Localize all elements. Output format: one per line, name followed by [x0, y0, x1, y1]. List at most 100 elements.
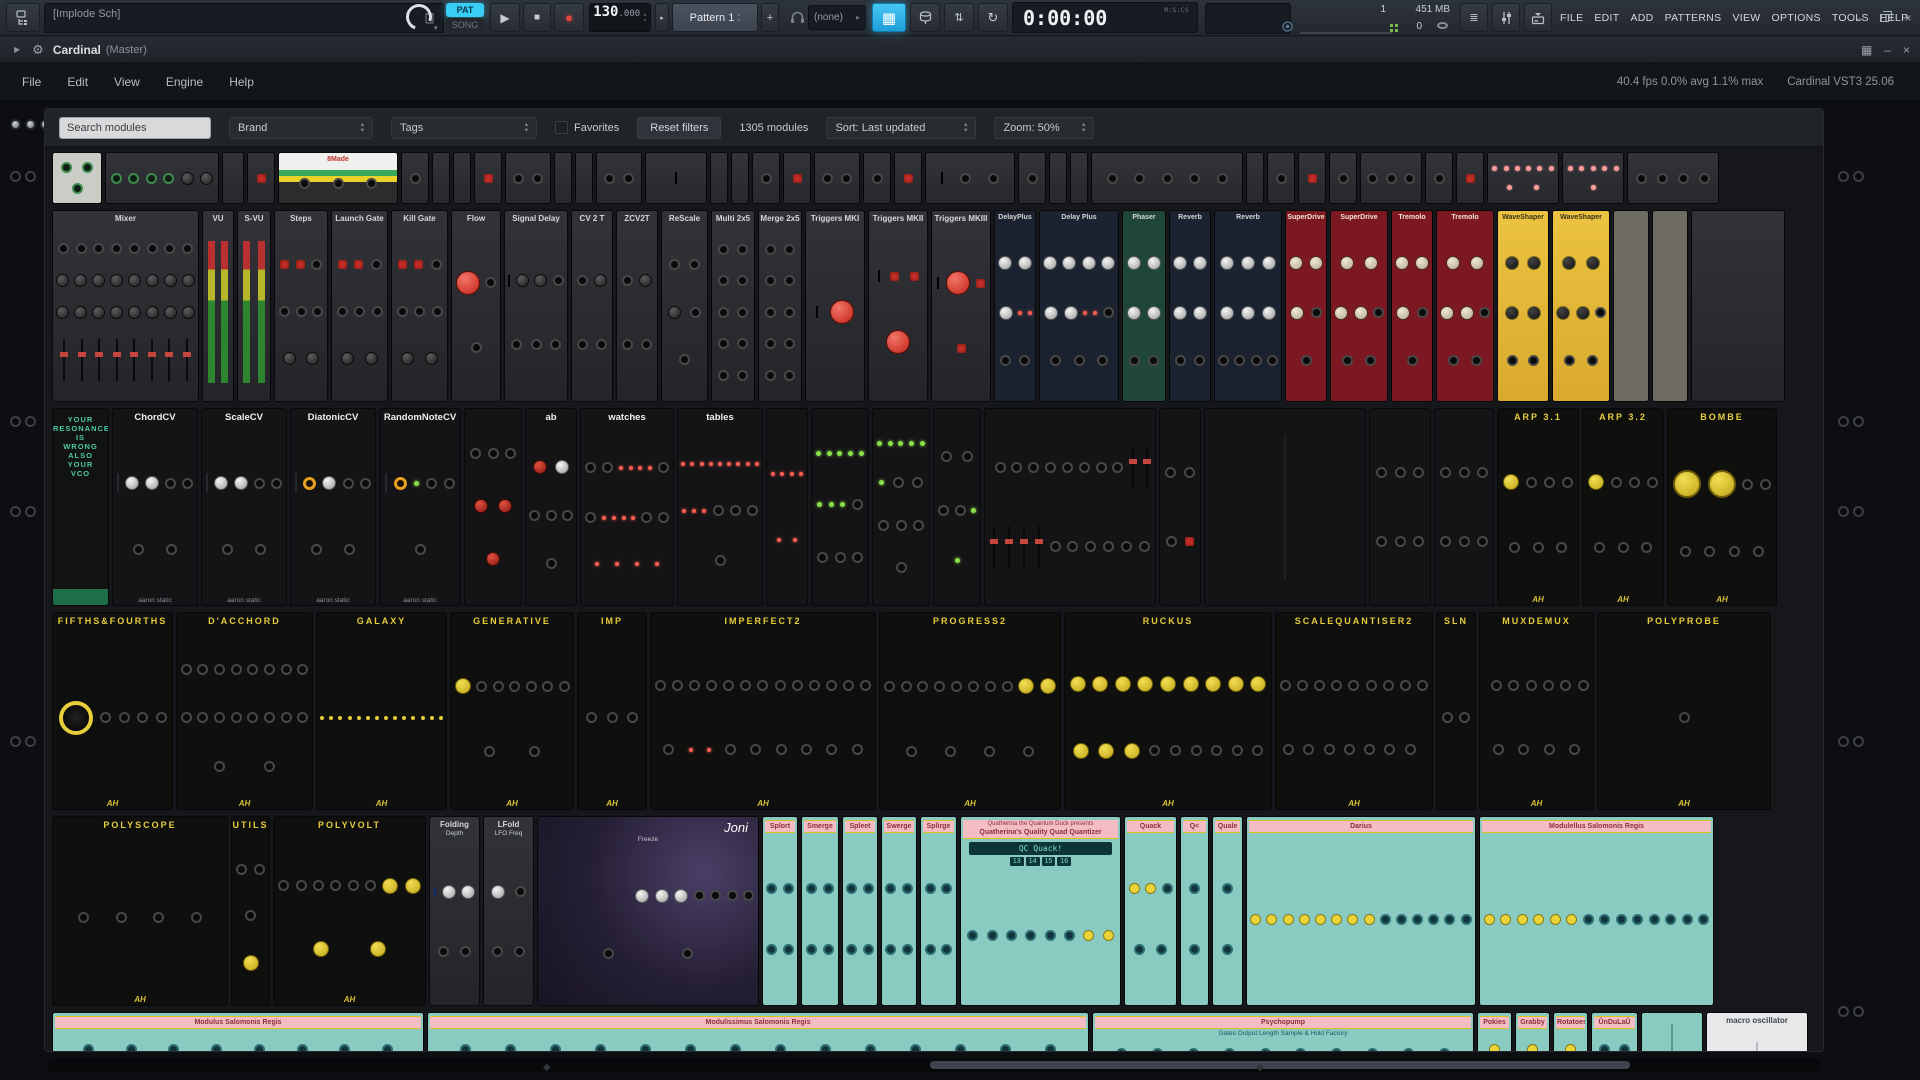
- pat-mode-button[interactable]: PAT: [446, 3, 484, 17]
- module-card[interactable]: LFoldLFO Freq: [484, 817, 533, 1005]
- module-card[interactable]: SCALEQUANTISER2AH: [1276, 613, 1432, 809]
- module-card[interactable]: macro oscillator: [1707, 1013, 1807, 1051]
- sort-dropdown[interactable]: Sort: Last updated ▴▾: [826, 117, 976, 139]
- module-card[interactable]: [1205, 409, 1365, 605]
- menu-engine[interactable]: Engine: [166, 75, 203, 89]
- module-card[interactable]: [934, 409, 980, 605]
- module-card[interactable]: Pokies: [1478, 1013, 1511, 1051]
- module-card[interactable]: [1614, 211, 1648, 401]
- module-card[interactable]: ARP 3.2AH: [1583, 409, 1663, 605]
- tempo-display[interactable]: 130 .000 ▴▾: [589, 3, 651, 32]
- module-card[interactable]: SuperDrive: [1286, 211, 1326, 401]
- typing-keyboard-toggle[interactable]: ⇅: [944, 3, 974, 32]
- module-card[interactable]: [732, 153, 748, 203]
- module-card[interactable]: CV 2 T: [572, 211, 612, 401]
- module-card[interactable]: [1628, 153, 1718, 203]
- module-card[interactable]: Flow: [452, 211, 500, 401]
- module-card[interactable]: Quale: [1213, 817, 1242, 1005]
- plugin-titlebar[interactable]: ▶ ⚙ Cardinal (Master) ▦ – ×: [0, 37, 1920, 63]
- module-card[interactable]: [1361, 153, 1421, 203]
- module-card[interactable]: tables: [678, 409, 762, 605]
- module-card[interactable]: [1299, 153, 1325, 203]
- module-card[interactable]: [248, 153, 274, 203]
- module-card[interactable]: Triggers MKIII: [932, 211, 990, 401]
- pattern-prev-button[interactable]: ▸: [655, 3, 669, 32]
- window-minimize-button[interactable]: –: [1848, 0, 1872, 36]
- module-card[interactable]: [1268, 153, 1294, 203]
- scrollbar-thumb[interactable]: [930, 1061, 1630, 1069]
- module-card[interactable]: FIFTHS&FOURTHSAH: [53, 613, 172, 809]
- plugin-close-icon[interactable]: ×: [1903, 43, 1910, 57]
- module-card[interactable]: Spleet: [843, 817, 877, 1005]
- module-card[interactable]: POLYSCOPEAH: [53, 817, 227, 1005]
- module-card[interactable]: ARP 3.1AH: [1498, 409, 1578, 605]
- fl-menu-add[interactable]: ADD: [1631, 12, 1654, 24]
- module-card[interactable]: [1370, 409, 1430, 605]
- module-card[interactable]: Reverb: [1170, 211, 1210, 401]
- module-card[interactable]: S-VU: [238, 211, 270, 401]
- resize-grip-icon[interactable]: ◆: [1256, 1062, 1264, 1073]
- zoom-dropdown[interactable]: Zoom: 50% ▴▾: [994, 117, 1094, 139]
- time-display[interactable]: 0:00:00 M:S:CS: [1012, 2, 1198, 33]
- brand-dropdown[interactable]: Brand ▴▾: [229, 117, 373, 139]
- tempo-stepper[interactable]: ▴▾: [643, 12, 647, 24]
- module-card[interactable]: DiatonicCVaaron static: [291, 409, 375, 605]
- module-card[interactable]: Triggers MKI: [806, 211, 864, 401]
- module-card[interactable]: [555, 153, 571, 203]
- module-card[interactable]: [753, 153, 779, 203]
- module-card[interactable]: VU: [203, 211, 233, 401]
- menu-view[interactable]: View: [114, 75, 140, 89]
- fl-menu-patterns[interactable]: PATTERNS: [1665, 12, 1722, 24]
- module-card[interactable]: [1563, 153, 1623, 203]
- module-card[interactable]: [815, 153, 859, 203]
- fl-menu-options[interactable]: OPTIONS: [1771, 12, 1820, 24]
- module-card[interactable]: [784, 153, 810, 203]
- module-card[interactable]: Mixer: [53, 211, 198, 401]
- menu-edit[interactable]: Edit: [67, 75, 88, 89]
- menu-help[interactable]: Help: [229, 75, 254, 89]
- module-card[interactable]: [223, 153, 243, 203]
- module-card[interactable]: [465, 409, 521, 605]
- module-card[interactable]: RandomNoteCVaaron static: [380, 409, 460, 605]
- module-card[interactable]: [1019, 153, 1045, 203]
- module-card[interactable]: [506, 153, 550, 203]
- module-card[interactable]: [767, 409, 807, 605]
- module-card[interactable]: [1050, 153, 1066, 203]
- module-card[interactable]: [1653, 211, 1687, 401]
- module-card[interactable]: ReScale: [662, 211, 707, 401]
- module-card[interactable]: [106, 153, 218, 203]
- fl-menu-edit[interactable]: EDIT: [1594, 12, 1619, 24]
- module-card[interactable]: Rotatoes: [1554, 1013, 1587, 1051]
- module-card[interactable]: Quatherina the Quantum Duck presentsQuat…: [961, 817, 1120, 1005]
- module-card[interactable]: POLYVOLTAH: [274, 817, 425, 1005]
- play-button[interactable]: ▶: [490, 3, 520, 32]
- module-card[interactable]: Q<: [1181, 817, 1208, 1005]
- song-mode-button[interactable]: SONG: [446, 18, 484, 31]
- module-card[interactable]: JoniFreeze: [538, 817, 758, 1005]
- module-card[interactable]: GALAXYAH: [317, 613, 446, 809]
- module-card[interactable]: Modulus Salomonis Regis: [53, 1013, 423, 1051]
- module-card[interactable]: Modulellus Salomonis Regis: [1480, 817, 1713, 1005]
- module-card[interactable]: [812, 409, 868, 605]
- module-card[interactable]: Grabby: [1516, 1013, 1549, 1051]
- module-card[interactable]: [576, 153, 592, 203]
- module-card[interactable]: [926, 153, 1014, 203]
- module-card[interactable]: UTILS: [232, 817, 269, 1005]
- module-card[interactable]: FoldingDepth: [430, 817, 479, 1005]
- module-card[interactable]: ScaleCVaaron static: [202, 409, 286, 605]
- module-card[interactable]: [597, 153, 641, 203]
- module-card[interactable]: Splirge: [921, 817, 956, 1005]
- fl-menu-file[interactable]: FILE: [1560, 12, 1583, 24]
- module-card[interactable]: MUXDEMUXAH: [1480, 613, 1593, 809]
- module-card[interactable]: ZCV2T: [617, 211, 657, 401]
- module-card[interactable]: Kill Gate: [392, 211, 447, 401]
- module-card[interactable]: [1071, 153, 1087, 203]
- module-card[interactable]: [1457, 153, 1483, 203]
- pattern-selector[interactable]: Pattern 1 ▴▾: [672, 3, 758, 32]
- module-card[interactable]: 8Made: [279, 153, 397, 203]
- module-card[interactable]: PsychopumpGates Output Length Sample & H…: [1093, 1013, 1473, 1051]
- module-card[interactable]: [402, 153, 428, 203]
- module-card[interactable]: Tremolo: [1392, 211, 1432, 401]
- window-close-button[interactable]: ×: [1896, 0, 1920, 36]
- module-card[interactable]: Quack: [1125, 817, 1176, 1005]
